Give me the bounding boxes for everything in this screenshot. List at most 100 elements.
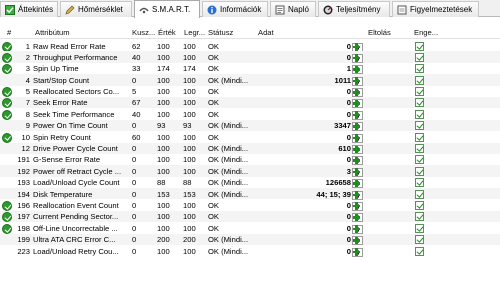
attr-worst: 100 xyxy=(157,212,170,222)
plus-button[interactable] xyxy=(352,236,361,245)
plus-button[interactable] xyxy=(352,179,361,188)
header-warning[interactable]: Enge... xyxy=(414,28,438,37)
attr-id: 192 xyxy=(17,166,30,176)
plus-button[interactable] xyxy=(352,168,361,177)
plus-button[interactable] xyxy=(352,111,361,120)
header-threshold[interactable]: Legr... xyxy=(184,28,205,37)
table-row[interactable]: 4 Start/Stop Count 0 100 100 OK (Mindi... 1011… xyxy=(0,74,500,86)
attr-status: OK xyxy=(208,64,219,74)
warning-checkbox[interactable] xyxy=(415,75,424,85)
warning-checkbox[interactable] xyxy=(415,200,424,210)
attr-data: 0 xyxy=(346,132,351,142)
warning-checkbox[interactable] xyxy=(415,41,424,51)
header-status[interactable]: Státusz xyxy=(208,28,233,37)
tab-temperature[interactable]: Hőmérséklet xyxy=(60,1,132,17)
header-current[interactable]: Kusz... xyxy=(132,28,155,37)
header-data[interactable]: Adat xyxy=(258,28,274,37)
warning-checkbox[interactable] xyxy=(415,189,424,199)
plus-button[interactable] xyxy=(352,77,361,86)
attr-data: 126658 xyxy=(325,178,351,188)
table-row[interactable]: 191 G-Sense Error Rate 0 100 100 OK (Mindi...… xyxy=(0,154,500,166)
attr-worst: 100 xyxy=(157,200,170,210)
table-row[interactable]: 194 Disk Temperature 0 153 153 OK (Mindi... 44… xyxy=(0,188,500,200)
warning-checkbox[interactable] xyxy=(415,132,424,142)
attr-threshold: 100 xyxy=(183,132,196,142)
plus-button[interactable] xyxy=(352,213,361,222)
warning-checkbox[interactable] xyxy=(415,235,424,245)
table-row[interactable]: 3 Spin Up Time 33 174 174 OK 1 0 xyxy=(0,63,500,75)
attr-id: 199 xyxy=(17,235,30,245)
warning-checkbox[interactable] xyxy=(415,144,424,154)
plus-button[interactable] xyxy=(352,43,361,52)
plus-button[interactable] xyxy=(352,134,361,143)
tab-performance[interactable]: Teljesítmény xyxy=(318,1,390,17)
plus-button[interactable] xyxy=(352,99,361,108)
tab-alerts[interactable]: Figyelmeztetések xyxy=(392,1,479,17)
header-offset[interactable]: Eltolás xyxy=(368,28,391,37)
table-row[interactable]: 197 Current Pending Sector... 0 100 100 OK 0 0 xyxy=(0,210,500,223)
warning-checkbox[interactable] xyxy=(415,87,424,97)
attr-name: Ultra ATA CRC Error C... xyxy=(33,235,116,245)
attr-data: 0 xyxy=(346,109,351,119)
header-attribute[interactable]: Attribútum xyxy=(35,28,70,37)
table-row[interactable]: 192 Power off Retract Cycle ... 0 100 100 OK … xyxy=(0,165,500,177)
attr-id: 7 xyxy=(25,98,30,108)
plus-button[interactable] xyxy=(352,145,361,154)
table-row[interactable]: 196 Reallocation Event Count 0 100 100 OK 0 0 xyxy=(0,199,500,211)
table-row[interactable]: 199 Ultra ATA CRC Error C... 0 200 200 OK (Mi… xyxy=(0,233,500,246)
warning-checkbox[interactable] xyxy=(415,246,424,256)
plus-button[interactable] xyxy=(352,191,361,200)
attr-name: Spin Retry Count xyxy=(33,132,91,142)
tab-overview[interactable]: Áttekintés xyxy=(0,1,58,17)
attr-status: OK xyxy=(208,223,219,233)
attr-name: Seek Error Rate xyxy=(33,98,88,108)
warning-checkbox[interactable] xyxy=(415,155,424,165)
table-row[interactable]: 2 Throughput Performance 40 100 100 OK 0 0 xyxy=(0,51,500,63)
table-row[interactable]: 7 Seek Error Rate 67 100 100 OK 0 0 xyxy=(0,96,500,109)
tab-log[interactable]: Napló xyxy=(270,1,316,17)
tab-info[interactable]: Információk xyxy=(202,1,268,17)
header-worst[interactable]: Érték xyxy=(158,28,176,37)
warning-checkbox[interactable] xyxy=(415,166,424,176)
table-row[interactable]: 198 Off-Line Uncorrectable ... 0 100 100 OK 0 0 xyxy=(0,222,500,234)
table-row[interactable]: 8 Seek Time Performance 40 100 100 OK 0 0 xyxy=(0,108,500,120)
table-row[interactable]: 5 Reallocated Sectors Co... 5 100 100 OK 0 0 xyxy=(0,86,500,98)
plus-button[interactable] xyxy=(352,248,361,257)
table-row[interactable]: 193 Load/Unload Cycle Count 0 88 88 OK (Mindi… xyxy=(0,177,500,189)
plus-button[interactable] xyxy=(352,65,361,74)
table-row[interactable]: 223 Load/Unload Retry Cou... 0 100 100 OK (Mi… xyxy=(0,245,500,257)
plus-button[interactable] xyxy=(352,54,361,63)
attr-name: Reallocated Sectors Co... xyxy=(33,87,120,97)
plus-button[interactable] xyxy=(352,88,361,97)
table-row[interactable]: 12 Drive Power Cycle Count 0 100 100 OK (Mind… xyxy=(0,142,500,155)
attr-name: Raw Read Error Rate xyxy=(33,41,106,51)
info-icon xyxy=(207,5,217,15)
attr-id: 1 xyxy=(25,41,30,51)
warning-checkbox[interactable] xyxy=(415,109,424,119)
attr-id: 8 xyxy=(25,109,30,119)
warning-checkbox[interactable] xyxy=(415,64,424,74)
warning-checkbox[interactable] xyxy=(415,98,424,108)
plus-button[interactable] xyxy=(352,202,361,211)
table-row[interactable]: 9 Power On Time Count 0 93 93 OK (Mindi... 334… xyxy=(0,119,500,132)
tab-label: Figyelmeztetések xyxy=(410,5,473,14)
plus-button[interactable] xyxy=(352,156,361,165)
header-num[interactable]: # xyxy=(7,28,11,37)
table-row[interactable]: 10 Spin Retry Count 60 100 100 OK 0 0 xyxy=(0,131,500,143)
plus-button[interactable] xyxy=(352,225,361,234)
tab-smart[interactable]: S.M.A.R.T. xyxy=(134,0,200,18)
warning-checkbox[interactable] xyxy=(415,52,424,62)
attr-worst: 100 xyxy=(157,109,170,119)
warning-checkbox[interactable] xyxy=(415,178,424,188)
attr-name: Spin Up Time xyxy=(33,64,79,74)
plus-button[interactable] xyxy=(352,122,361,131)
table-row[interactable]: 1 Raw Read Error Rate 62 100 100 OK 0 0 xyxy=(0,40,500,52)
attr-current: 5 xyxy=(132,87,137,97)
attr-status: OK (Mindi... xyxy=(208,246,249,256)
warning-checkbox[interactable] xyxy=(415,212,424,222)
attr-worst: 100 xyxy=(157,246,170,256)
attr-status: OK xyxy=(208,212,219,222)
warning-checkbox[interactable] xyxy=(415,223,424,233)
attr-worst: 100 xyxy=(157,52,170,62)
warning-checkbox[interactable] xyxy=(415,121,424,131)
